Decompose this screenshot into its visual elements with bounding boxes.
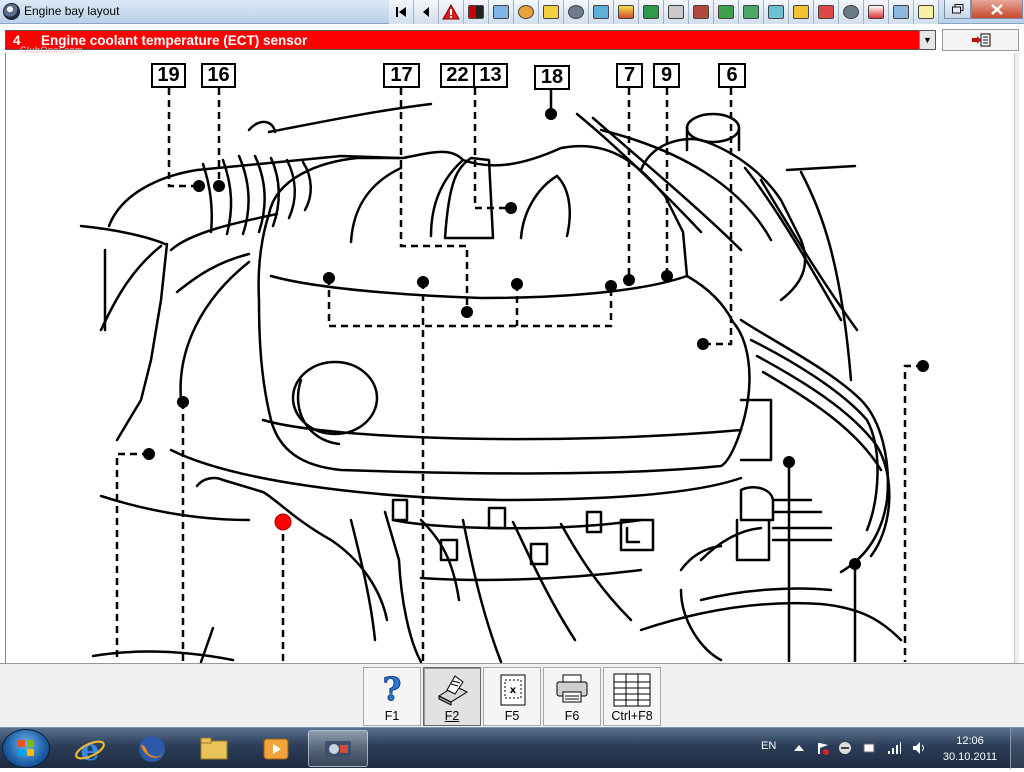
tb-icon-21[interactable] [889,0,914,24]
taskbar-firefox[interactable] [122,730,182,767]
tb-icon-13[interactable] [689,0,714,24]
ctrl-f8-table-button[interactable]: Ctrl+F8 [603,667,661,726]
volume-icon[interactable] [912,741,926,755]
tb-icon-6[interactable] [514,0,539,24]
tb-icon-16[interactable] [764,0,789,24]
f1-help-button[interactable]: ? F1 [363,667,421,726]
callout-7[interactable]: 7 [616,63,643,88]
engine-bay-diagram: 19 16 17 22 13 18 7 9 6 [5,53,1019,663]
tb-icon-17[interactable] [789,0,814,24]
callout-22[interactable]: 22 [440,63,475,88]
help-icon: ? [382,672,402,708]
flag-icon[interactable] [815,741,829,755]
tb-icon-14[interactable] [714,0,739,24]
engine-bay-app-icon [325,740,351,757]
callout-17[interactable]: 17 [383,63,420,88]
f5-document-button[interactable]: x F5 [483,667,541,726]
document-icon: x [500,674,526,706]
restore-button[interactable] [944,0,971,19]
tb-icon-5[interactable] [489,0,514,24]
tb-icon-4[interactable] [464,0,489,24]
component-select[interactable]: 4 Engine coolant temperature (ECT) senso… [5,30,936,55]
f2-print-button[interactable]: F2 [423,667,481,726]
print-icon [437,675,469,706]
chevron-down-icon[interactable]: ▼ [919,31,935,49]
folder-icon [200,737,228,759]
start-button[interactable] [2,729,50,768]
firefox-icon [139,735,165,762]
tb-icon-9[interactable] [589,0,614,24]
callout-18[interactable]: 18 [534,65,570,90]
chevron-up-icon[interactable] [792,741,806,755]
taskbar-engine-bay-app[interactable] [308,730,368,767]
callout-16[interactable]: 16 [201,63,236,88]
window-controls [944,0,1023,20]
show-desktop-button[interactable] [1010,728,1024,769]
function-key-bar: ? F1 F2 x F5 F6 Ctrl+F8 [0,663,1024,727]
goto-button[interactable] [942,29,1019,51]
clock-time[interactable]: 12:06 [945,735,995,747]
windows-logo-icon [18,740,34,756]
warning-icon[interactable] [439,0,464,24]
media-player-icon [263,738,289,759]
close-button[interactable] [971,0,1023,19]
ect-sensor-marker[interactable] [274,513,292,531]
taskbar-media-player[interactable] [246,730,306,767]
tb-icon-15[interactable] [739,0,764,24]
internet-explorer-icon: e [75,733,105,765]
fkey-label: F6 [564,709,580,723]
tb-icon-22[interactable] [914,0,939,24]
network-icon[interactable] [887,741,901,755]
taskbar-internet-explorer[interactable]: e [60,730,120,767]
taskbar: e EN 12:06 30.10.2011 [0,727,1024,769]
tb-icon-12[interactable] [664,0,689,24]
printer-icon [556,674,588,703]
svg-text:x: x [510,685,517,696]
vertical-scrollbar[interactable] [1014,53,1019,663]
svg-text:?: ? [383,672,402,708]
callout-9[interactable]: 9 [653,63,680,88]
tb-icon-7[interactable] [539,0,564,24]
clock-date[interactable]: 30.10.2011 [941,751,999,763]
tb-icon-11[interactable] [639,0,664,24]
goto-list-icon [971,33,990,47]
tb-icon-18[interactable] [814,0,839,24]
device-icon[interactable] [862,741,876,755]
tb-icon-10[interactable] [614,0,639,24]
tb-icon-20[interactable] [864,0,889,24]
table-icon [613,673,651,707]
fkey-label: F2 [444,709,460,723]
taskbar-windows-explorer[interactable] [184,730,244,767]
engine-drawing [79,88,929,663]
first-page-icon[interactable] [389,0,414,24]
language-indicator[interactable]: EN [761,740,776,752]
f6-printer-button[interactable]: F6 [543,667,601,726]
tb-icon-8[interactable] [564,0,589,24]
app-icon[interactable] [3,3,20,20]
toolbar [389,0,939,24]
status-icon[interactable] [838,741,852,755]
fkey-label: Ctrl+F8 [611,709,653,723]
callout-13[interactable]: 13 [473,63,508,88]
fkey-label: F1 [384,709,400,723]
callout-6[interactable]: 6 [718,63,746,88]
title-bar: Engine bay layout [0,0,1024,24]
previous-icon[interactable] [414,0,439,24]
svg-text:e: e [80,733,99,765]
tb-icon-19[interactable] [839,0,864,24]
window-title: Engine bay layout [24,4,120,18]
fkey-label: F5 [504,709,520,723]
callout-19[interactable]: 19 [151,63,186,88]
